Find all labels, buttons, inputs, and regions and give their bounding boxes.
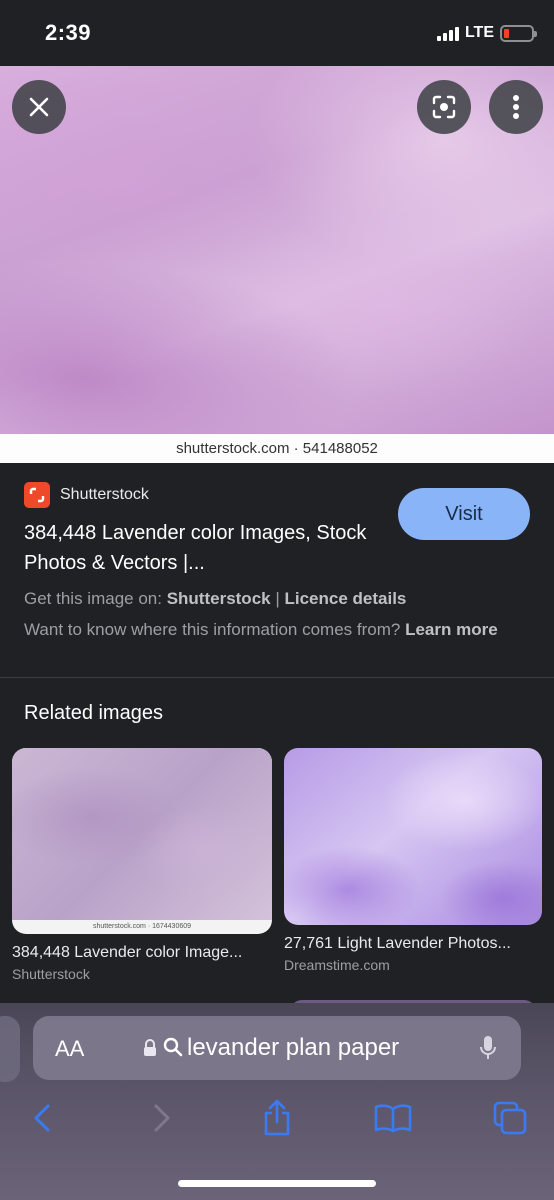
close-button[interactable] [12,80,66,134]
status-time: 2:39 [45,20,92,45]
lock-icon [144,1039,156,1056]
image-watermark: shutterstock.com · 541488052 [176,440,378,457]
status-bar: 2:39 LTE [0,0,554,66]
lens-icon [432,95,456,119]
info-question: Want to know where this information come… [24,620,406,639]
forward-button[interactable] [142,1098,182,1138]
bookmarks-icon [374,1104,412,1133]
image-watermark-strip: shutterstock.com · 541488052 [0,434,554,463]
related-image-card-1[interactable]: shutterstock.com · 1674430609 [12,748,272,934]
source-row[interactable]: Shutterstock [24,482,149,508]
more-vert-icon [513,95,519,119]
learn-more-link[interactable]: Learn more [405,620,498,639]
forward-icon [154,1104,170,1132]
related-image-card-2[interactable] [284,748,542,925]
tabs-icon [493,1101,527,1135]
signal-icon [436,25,459,41]
address-bar[interactable]: AA levander plan paper [33,1016,521,1080]
home-indicator[interactable] [178,1180,376,1187]
search-icon [163,1037,183,1057]
main-image[interactable] [0,66,554,434]
divider [0,677,554,678]
related-images-heading: Related images [24,702,163,724]
share-icon [264,1099,290,1136]
back-button[interactable] [22,1098,62,1138]
get-image-line: Get this image on: Shutterstock | Licenc… [24,589,406,609]
related-image-1-watermark: shutterstock.com · 1674430609 [92,923,192,930]
reader-options-button[interactable]: AA [55,1036,84,1062]
info-line: Want to know where this information come… [24,618,524,642]
microphone-icon[interactable] [479,1034,497,1062]
network-label: LTE [464,24,494,41]
more-options-button[interactable] [489,80,543,134]
battery-icon [500,24,537,42]
shutterstock-logo-icon [24,482,50,508]
separator: | [270,589,285,608]
bookmarks-button[interactable] [373,1098,413,1138]
get-image-source-link[interactable]: Shutterstock [167,589,271,608]
related-image-1-title[interactable]: 384,448 Lavender color Image... [12,944,242,962]
result-title[interactable]: 384,448 Lavender color Images, Stock Pho… [24,518,374,578]
aa-label: AA [55,1036,85,1061]
status-indicators: LTE [436,24,537,42]
address-text[interactable]: levander plan paper [187,1034,399,1062]
lens-button[interactable] [417,80,471,134]
back-icon [34,1104,50,1132]
related-image-1-source: Shutterstock [12,966,90,982]
related-image-2-source: Dreamstime.com [284,957,390,973]
get-image-prefix: Get this image on: [24,589,167,608]
close-icon [29,97,49,117]
related-image-2-title[interactable]: 27,761 Light Lavender Photos... [284,935,511,953]
tabs-button[interactable] [490,1098,530,1138]
related-image-1 [12,748,272,920]
previous-tab-stub[interactable] [0,1016,20,1082]
licence-details-link[interactable]: Licence details [284,589,406,608]
share-button[interactable] [257,1098,297,1138]
visit-button[interactable]: Visit [398,488,530,540]
source-name: Shutterstock [60,486,149,503]
